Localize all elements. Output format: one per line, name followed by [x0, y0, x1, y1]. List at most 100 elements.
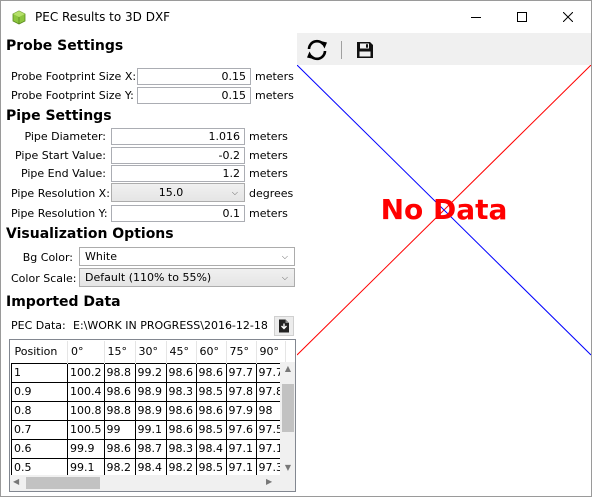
- app-icon: [12, 10, 26, 25]
- pipe-start-unit: meters: [249, 149, 288, 162]
- grid-cell[interactable]: 98.6: [165, 400, 197, 421]
- table-row[interactable]: 1 100.2 98.8 99.2 98.6 98.6 97.7 97.7: [11, 362, 286, 383]
- grid-cell[interactable]: 98.8: [103, 362, 136, 383]
- color-scale-select[interactable]: Default (110% to 55%) ⌵: [79, 268, 295, 287]
- grid-cell[interactable]: 99.1: [134, 419, 167, 440]
- pipe-end-input[interactable]: 1.2: [111, 165, 245, 182]
- grid-cell[interactable]: 98.5: [195, 419, 227, 440]
- pipe-diameter-input[interactable]: 1.016: [111, 128, 245, 145]
- pipe-resolution-y-input[interactable]: 0.1: [111, 205, 245, 222]
- grid-cell[interactable]: 0.9: [11, 381, 68, 402]
- main-window: PEC Results to 3D DXF Probe Settings Pro…: [0, 0, 592, 497]
- grid-cell[interactable]: 100.5: [67, 419, 105, 440]
- 3d-view[interactable]: No Data: [297, 65, 591, 496]
- grid-header-row: Position 0° 15° 30° 45° 60° 75° 90°: [11, 341, 286, 363]
- grid-cell[interactable]: 100.2: [67, 362, 105, 383]
- grid-cell[interactable]: 98.6: [195, 362, 227, 383]
- scroll-down-icon[interactable]: ▼: [280, 463, 295, 472]
- pipe-resolution-x-unit: degrees: [249, 187, 294, 200]
- grid-vertical-scrollbar[interactable]: ▲ ▼: [280, 362, 295, 475]
- scroll-up-icon[interactable]: ▲: [280, 364, 295, 373]
- probe-footprint-y-input[interactable]: 0.15: [137, 87, 251, 104]
- empty-view-cross: [297, 65, 591, 356]
- grid-cell[interactable]: 98.9: [134, 381, 167, 402]
- grid-cell[interactable]: 100.4: [67, 381, 105, 402]
- grid-cell[interactable]: 98.8: [103, 400, 136, 421]
- column-header-45[interactable]: 45°: [166, 341, 197, 363]
- settings-panel: Probe Settings Probe Footprint Size X: 0…: [1, 33, 297, 496]
- toolbar-separator: [341, 41, 342, 59]
- pipe-resolution-y-label: Pipe Resolution Y:: [11, 207, 108, 220]
- grid-cell[interactable]: 99: [103, 419, 136, 440]
- grid-cell[interactable]: 0.6: [11, 438, 68, 459]
- grid-cell[interactable]: 98.9: [134, 400, 167, 421]
- grid-cell[interactable]: 98.6: [103, 438, 136, 459]
- pec-data-grid[interactable]: Position 0° 15° 30° 45° 60° 75° 90° 1 10…: [9, 339, 296, 492]
- column-header-position[interactable]: Position: [11, 341, 68, 363]
- grid-cell[interactable]: 0.8: [11, 400, 68, 421]
- grid-cell[interactable]: 99.2: [134, 362, 167, 383]
- pec-data-path: E:\WORK IN PROGRESS\2016-12-18 ...: [73, 319, 271, 332]
- maximize-button[interactable]: [499, 1, 545, 33]
- column-header-15[interactable]: 15°: [104, 341, 136, 363]
- refresh-button[interactable]: [304, 37, 330, 63]
- probe-footprint-x-input[interactable]: 0.15: [137, 68, 251, 85]
- grid-cell[interactable]: 97.9: [225, 400, 257, 421]
- grid-cell[interactable]: 97.7: [225, 362, 257, 383]
- chevron-down-icon: ⌵: [231, 188, 238, 197]
- close-button[interactable]: [545, 1, 591, 33]
- grid-cell[interactable]: 98.3: [165, 381, 197, 402]
- grid-cell[interactable]: 98.6: [195, 400, 227, 421]
- grid-cell[interactable]: 98.3: [165, 438, 197, 459]
- bg-color-label: Bg Color:: [22, 251, 73, 264]
- no-data-message: No Data: [380, 193, 508, 226]
- column-header-0[interactable]: 0°: [67, 341, 105, 363]
- probe-footprint-y-unit: meters: [255, 89, 294, 102]
- column-header-75[interactable]: 75°: [226, 341, 257, 363]
- table-row[interactable]: 0.9 100.4 98.6 98.9 98.3 98.5 97.8 97.8: [11, 381, 286, 402]
- horizontal-scroll-thumb[interactable]: [26, 477, 100, 489]
- grid-cell[interactable]: 1: [11, 362, 68, 383]
- column-header-90[interactable]: 90°: [256, 341, 286, 363]
- grid-horizontal-scrollbar[interactable]: ◀ ▶: [10, 475, 280, 491]
- save-button[interactable]: [352, 37, 378, 63]
- bg-color-value: White: [85, 250, 117, 263]
- chevron-down-icon: ⌵: [281, 273, 288, 282]
- save-icon: [357, 42, 373, 58]
- probe-footprint-x-unit: meters: [255, 70, 294, 83]
- grid-cell[interactable]: 97.8: [225, 381, 257, 402]
- table-row[interactable]: 0.8 100.8 98.8 98.9 98.6 98.6 97.9 98: [11, 400, 286, 421]
- grid-cell[interactable]: 98.6: [103, 381, 136, 402]
- title-bar[interactable]: PEC Results to 3D DXF: [1, 1, 591, 33]
- pipe-resolution-x-select[interactable]: 15.0 ⌵: [111, 183, 245, 202]
- pipe-end-label: Pipe End Value:: [20, 167, 106, 180]
- minimize-button[interactable]: [453, 1, 499, 33]
- column-header-60[interactable]: 60°: [196, 341, 227, 363]
- vertical-scroll-thumb[interactable]: [282, 384, 294, 432]
- grid-cell[interactable]: 100.8: [67, 400, 105, 421]
- grid-cell[interactable]: 98.6: [165, 362, 197, 383]
- bg-color-select[interactable]: White ⌵: [79, 247, 295, 266]
- grid-cell[interactable]: 97.6: [225, 419, 257, 440]
- grid-cell[interactable]: 98.6: [165, 419, 197, 440]
- grid-cell[interactable]: 98.4: [195, 438, 227, 459]
- browse-file-button[interactable]: [274, 316, 294, 336]
- column-header-30[interactable]: 30°: [135, 341, 167, 363]
- probe-footprint-x-label: Probe Footprint Size X:: [11, 70, 137, 83]
- grid-cell[interactable]: 0.7: [11, 419, 68, 440]
- grid-cell[interactable]: 98.5: [195, 381, 227, 402]
- probe-footprint-y-label: Probe Footprint Size Y:: [11, 89, 134, 102]
- close-icon: [563, 12, 573, 22]
- pipe-diameter-label: Pipe Diameter:: [24, 130, 106, 143]
- table-row[interactable]: 0.7 100.5 99 99.1 98.6 98.5 97.6 97.5: [11, 419, 286, 440]
- table-row[interactable]: 0.6 99.9 98.6 98.7 98.3 98.4 97.1 97.1: [11, 438, 286, 459]
- pipe-start-input[interactable]: -0.2: [111, 147, 245, 164]
- grid-cell[interactable]: 99.9: [67, 438, 105, 459]
- scrollbar-corner: [280, 475, 295, 491]
- chevron-down-icon: ⌵: [281, 252, 288, 261]
- grid-cell[interactable]: 98.7: [134, 438, 167, 459]
- scroll-right-icon[interactable]: ▶: [266, 477, 272, 486]
- imported-data-heading: Imported Data: [6, 294, 121, 310]
- grid-cell[interactable]: 97.1: [225, 438, 257, 459]
- scroll-left-icon[interactable]: ◀: [13, 477, 19, 486]
